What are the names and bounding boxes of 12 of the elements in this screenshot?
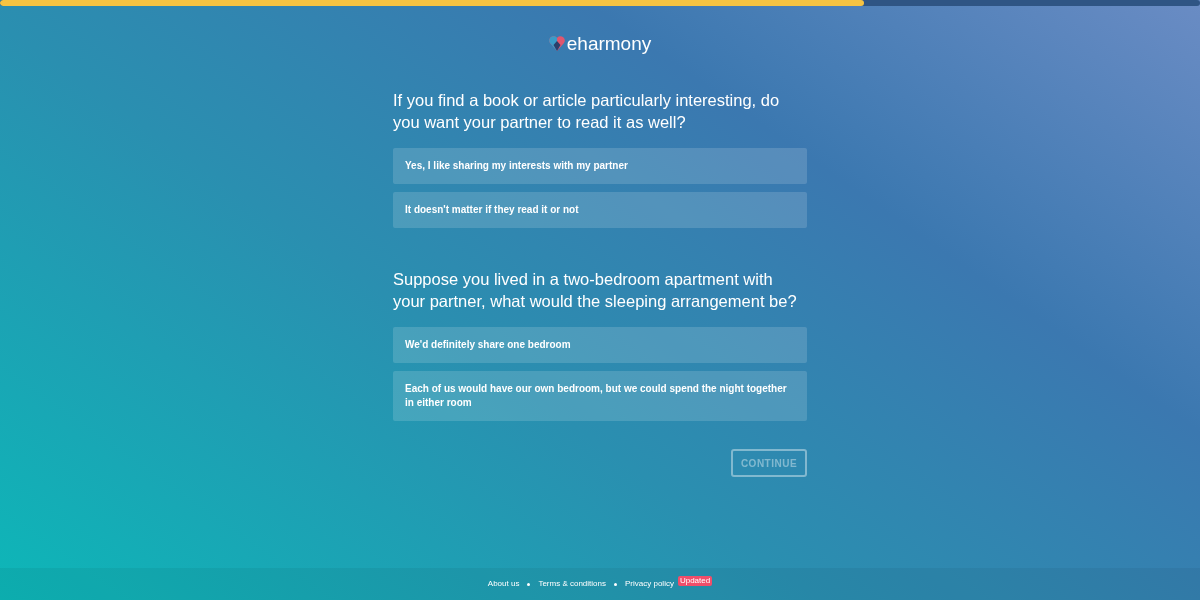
footer-link[interactable]: Privacy policy <box>625 578 674 590</box>
answer-option[interactable]: We'd definitely share one bedroom <box>393 327 807 363</box>
footer-link[interactable]: About us <box>487 578 520 590</box>
question-text: Suppose you lived in a two-bedroom apartment with your partner, what would the sleeping arrangement be? <box>393 269 798 312</box>
question-text: If you find a book or article particularly interesting, do you want your partner to read it as well? <box>393 90 781 133</box>
footer-link[interactable]: Terms & conditions <box>538 578 606 590</box>
heart-logo-icon <box>548 36 565 51</box>
updated-badge: Updated <box>677 576 713 586</box>
answer-option[interactable]: It doesn't matter if they read it or not <box>393 192 807 228</box>
answer-option[interactable]: Yes, I like sharing my interests with my partner <box>393 148 807 184</box>
answer-option[interactable]: Each of us would have our own bedroom, but we could spend the night together in either room <box>393 371 807 421</box>
logo-text: eharmony <box>566 34 652 53</box>
